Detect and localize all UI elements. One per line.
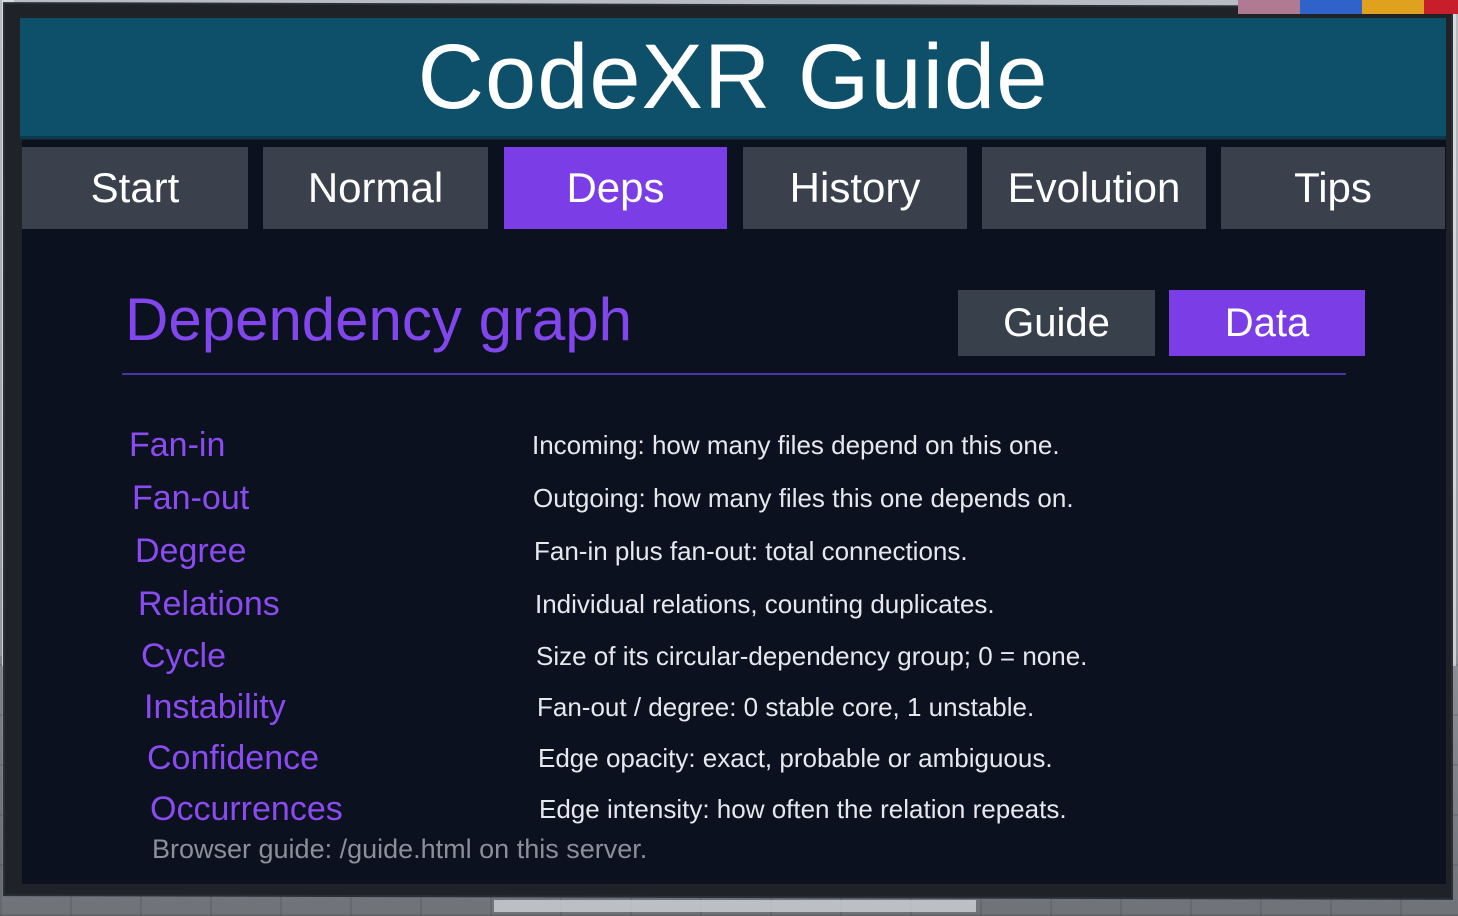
guide-title: CodeXR Guide: [417, 26, 1049, 128]
metric-desc-fan-out: Outgoing: how many files this one depend…: [533, 483, 1074, 513]
metric-desc-confidence: Edge opacity: exact, probable or ambiguo…: [538, 743, 1053, 773]
metric-desc-degree: Fan-in plus fan-out: total connections.: [534, 536, 968, 566]
tab-history[interactable]: History: [743, 147, 967, 229]
swatch-orange[interactable]: [1362, 0, 1424, 14]
swatch-blue[interactable]: [1300, 0, 1362, 14]
swatch-red[interactable]: [1424, 0, 1458, 14]
metric-desc-relations: Individual relations, counting duplicate…: [535, 589, 995, 619]
tab-start[interactable]: Start: [22, 147, 248, 229]
metric-term-fan-out: Fan-out: [132, 479, 250, 517]
tab-tips[interactable]: Tips: [1221, 147, 1445, 229]
tab-normal[interactable]: Normal: [263, 147, 488, 229]
metric-desc-cycle: Size of its circular-dependency group; 0…: [536, 641, 1088, 671]
mode-guide-button[interactable]: Guide: [958, 290, 1155, 356]
scrollbar-handle[interactable]: [494, 900, 976, 912]
metric-desc-instability: Fan-out / degree: 0 stable core, 1 unsta…: [537, 692, 1035, 722]
metric-term-instability: Instability: [144, 688, 286, 726]
footer-note: Browser guide: /guide.html on this serve…: [152, 834, 648, 864]
section-title: Dependency graph: [125, 286, 633, 353]
metric-term-confidence: Confidence: [147, 739, 320, 777]
color-swatch-bar: [1238, 0, 1458, 14]
metric-term-cycle: Cycle: [141, 637, 227, 675]
metric-desc-fan-in: Incoming: how many files depend on this …: [532, 430, 1060, 460]
metric-term-occurrences: Occurrences: [150, 790, 343, 828]
tab-evolution[interactable]: Evolution: [982, 147, 1206, 229]
swatch-pink[interactable]: [1238, 0, 1300, 14]
tab-deps[interactable]: Deps: [504, 147, 727, 229]
mode-data-button[interactable]: Data: [1169, 290, 1365, 356]
section-divider: [122, 373, 1346, 375]
metric-term-relations: Relations: [138, 585, 280, 623]
guide-header: CodeXR Guide: [20, 18, 1446, 139]
metric-desc-occurrences: Edge intensity: how often the relation r…: [539, 794, 1067, 824]
metric-term-degree: Degree: [135, 532, 247, 570]
metric-term-fan-in: Fan-in: [129, 426, 226, 464]
